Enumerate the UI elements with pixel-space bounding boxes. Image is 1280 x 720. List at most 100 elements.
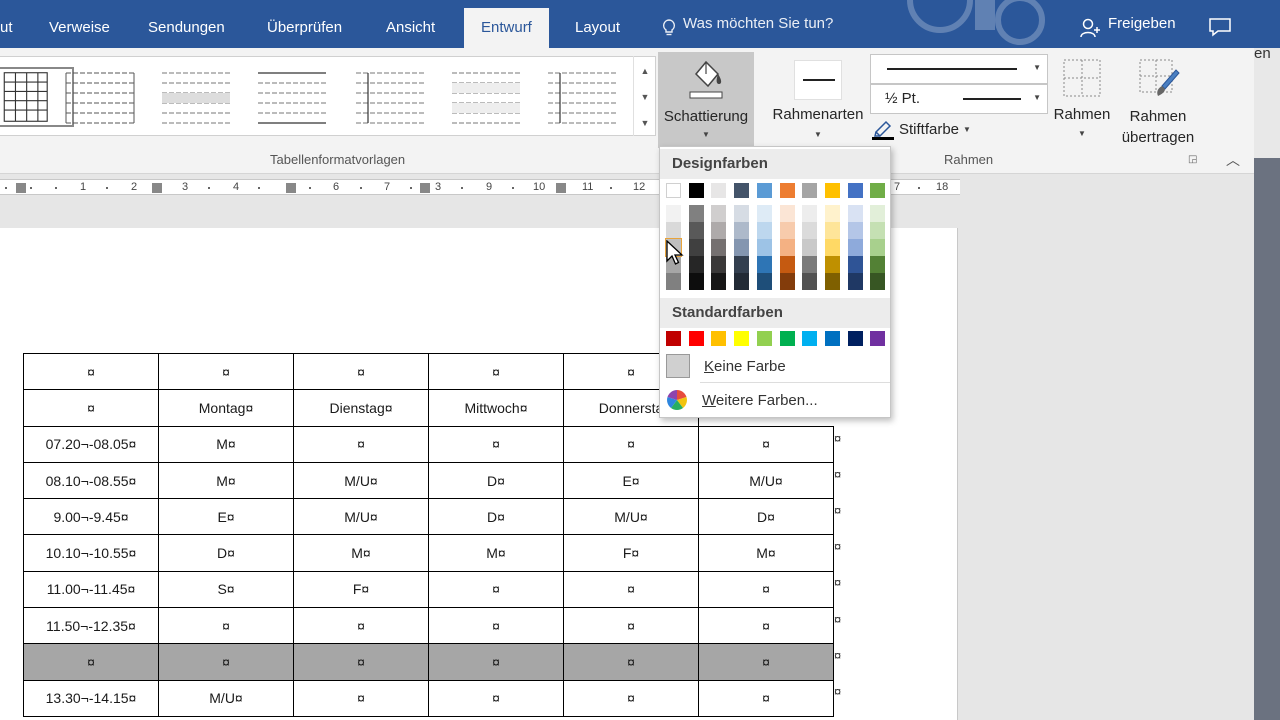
table-cell[interactable]: ¤ (563, 425, 699, 463)
table-style-2[interactable] (62, 67, 138, 127)
theme-shade-swatch[interactable] (847, 222, 863, 239)
table-cell[interactable]: ¤ (428, 643, 564, 681)
theme-shade-swatch[interactable] (734, 256, 750, 273)
table-cell[interactable]: 10.10¬-10.55¤ (23, 534, 159, 572)
table-cell[interactable]: ¤ (698, 570, 834, 609)
theme-shade-swatch[interactable] (711, 222, 727, 239)
table-cell[interactable]: ¤ (698, 679, 834, 717)
gallery-up-button[interactable]: ▲ (634, 58, 656, 84)
standard-color-swatch[interactable] (688, 331, 704, 346)
theme-shade-swatch[interactable] (734, 273, 750, 290)
line-style-dropdown[interactable]: ▼ (870, 54, 1048, 84)
theme-shade-swatch[interactable] (688, 273, 704, 290)
table-style-5[interactable] (352, 67, 428, 127)
table-cell[interactable]: ¤ (563, 570, 699, 609)
theme-color-swatch[interactable] (756, 183, 772, 198)
theme-shade-swatch[interactable] (688, 239, 704, 256)
theme-shade-swatch[interactable] (802, 205, 818, 222)
more-colors-option[interactable]: Weitere Farben... (666, 387, 888, 413)
table-cell[interactable]: ¤ (293, 679, 429, 717)
table-cell[interactable]: D¤ (428, 498, 564, 536)
theme-shade-swatch[interactable] (870, 222, 886, 239)
border-styles-button[interactable]: Rahmenarten ▼ (768, 56, 868, 146)
standard-color-swatch[interactable] (847, 331, 863, 346)
theme-shade-swatch[interactable] (779, 273, 795, 290)
theme-shade-swatch[interactable] (870, 205, 886, 222)
theme-shade-swatch[interactable] (779, 222, 795, 239)
table-style-4[interactable] (254, 67, 330, 127)
standard-color-swatch[interactable] (756, 331, 772, 346)
table-cell[interactable]: M¤ (158, 461, 294, 500)
theme-shade-swatch[interactable] (779, 256, 795, 273)
shading-button[interactable]: Schattierung ▼ (658, 52, 754, 148)
table-cell[interactable]: ¤ (158, 643, 294, 681)
theme-shade-swatch[interactable] (802, 273, 818, 290)
table-style-3[interactable] (158, 67, 234, 127)
table-cell[interactable]: ¤ (563, 607, 699, 645)
table-cell[interactable]: 08.10¬-08.55¤ (23, 461, 159, 500)
theme-shade-swatch[interactable] (688, 256, 704, 273)
collapse-ribbon-icon[interactable]: ︿ (1226, 150, 1240, 170)
table-cell[interactable]: 13.30¬-14.15¤ (23, 679, 159, 717)
theme-shade-swatch[interactable] (756, 256, 772, 273)
table-style-7[interactable] (544, 67, 620, 127)
share-button[interactable]: Freigeben (1080, 0, 1176, 48)
theme-shade-swatch[interactable] (756, 239, 772, 256)
tab-sendungen[interactable]: Sendungen (148, 0, 225, 48)
table-cell[interactable]: M/U¤ (698, 461, 834, 500)
dialog-launcher-icon[interactable]: ◲ (1188, 154, 1197, 165)
theme-shade-swatch[interactable] (688, 205, 704, 222)
table-cell[interactable]: E¤ (158, 498, 294, 536)
table-cell[interactable]: ¤ (293, 352, 429, 391)
table-cell[interactable]: ¤ (428, 570, 564, 609)
table-cell[interactable]: M¤ (293, 534, 429, 572)
theme-color-swatch[interactable] (802, 183, 818, 198)
table-cell[interactable]: ¤ (428, 425, 564, 463)
standard-color-swatch[interactable] (711, 331, 727, 346)
table-cell[interactable]: ¤ (563, 643, 699, 681)
theme-shade-swatch[interactable] (802, 256, 818, 273)
theme-shade-swatch[interactable] (802, 222, 818, 239)
table-cell[interactable]: ¤ (698, 425, 834, 463)
theme-shade-swatch[interactable] (711, 205, 727, 222)
theme-color-swatch[interactable] (779, 183, 795, 198)
table-cell[interactable]: F¤ (563, 534, 699, 572)
theme-shade-swatch[interactable] (666, 222, 681, 239)
table-cell[interactable]: ¤ (158, 607, 294, 645)
line-weight-dropdown[interactable]: ½ Pt. ▼ (870, 84, 1048, 114)
table-cell[interactable]: 9.00¬-9.45¤ (23, 498, 159, 536)
table-cell[interactable]: Mittwoch¤ (428, 389, 564, 427)
no-color-option[interactable]: Keine Farbe (666, 353, 888, 379)
theme-shade-swatch[interactable] (756, 205, 772, 222)
theme-color-swatch[interactable] (870, 183, 886, 198)
table-cell[interactable]: ¤ (428, 607, 564, 645)
table-cell[interactable]: 11.00¬-11.45¤ (23, 570, 159, 609)
table-cell[interactable]: D¤ (158, 534, 294, 572)
tab-ansicht[interactable]: Ansicht (386, 0, 435, 48)
theme-shade-swatch[interactable] (779, 205, 795, 222)
theme-shade-swatch[interactable] (756, 222, 772, 239)
table-cell[interactable]: M/U¤ (293, 461, 429, 500)
comment-icon[interactable] (1208, 17, 1232, 37)
table-cell[interactable]: E¤ (563, 461, 699, 500)
theme-shade-swatch[interactable] (847, 256, 863, 273)
table-cell[interactable]: ¤ (293, 643, 429, 681)
table-cell[interactable]: F¤ (293, 570, 429, 609)
table-cell[interactable]: Dienstag¤ (293, 389, 429, 427)
table-cell[interactable]: ¤ (23, 389, 159, 427)
border-painter-button[interactable]: Rahmen übertragen (1118, 56, 1198, 152)
theme-color-swatch[interactable] (688, 183, 704, 198)
theme-color-swatch[interactable] (711, 183, 727, 198)
table-cell[interactable]: M¤ (698, 534, 834, 572)
theme-shade-swatch[interactable] (824, 273, 840, 290)
theme-shade-swatch[interactable] (847, 239, 863, 256)
theme-shade-swatch[interactable] (711, 273, 727, 290)
table-cell[interactable]: M/U¤ (293, 498, 429, 536)
theme-shade-swatch[interactable] (734, 239, 750, 256)
tab-verweise[interactable]: Verweise (49, 0, 110, 48)
standard-color-swatch[interactable] (779, 331, 795, 346)
standard-color-swatch[interactable] (666, 331, 681, 346)
theme-shade-swatch[interactable] (666, 273, 681, 290)
theme-color-swatch[interactable] (847, 183, 863, 198)
theme-shade-swatch[interactable] (802, 239, 818, 256)
